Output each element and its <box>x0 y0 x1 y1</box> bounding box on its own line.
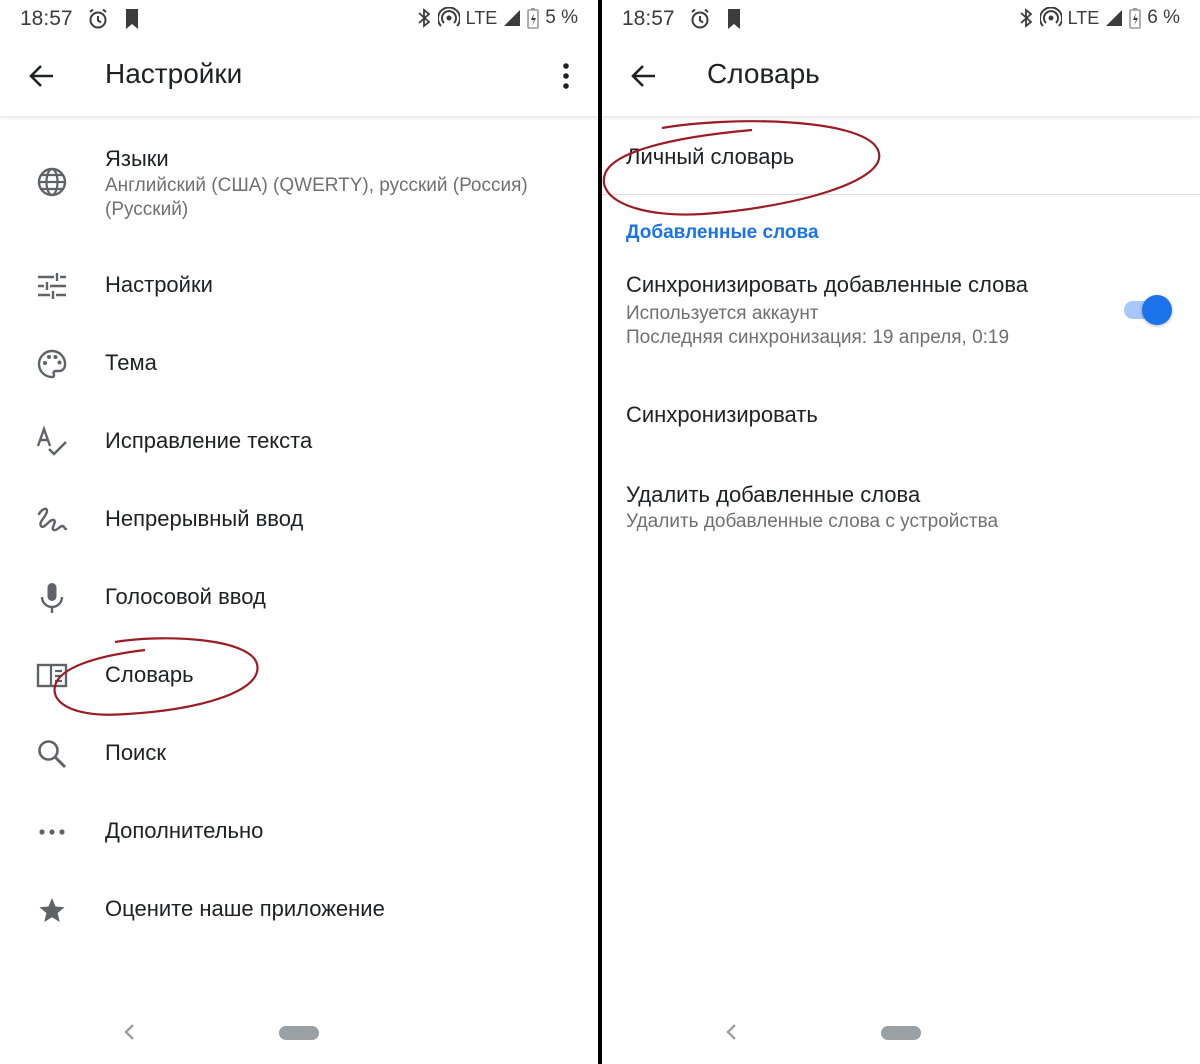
settings-item-title: Непрерывный ввод <box>105 506 304 531</box>
bookmark-icon <box>126 9 138 29</box>
back-button[interactable] <box>626 58 662 94</box>
settings-item-advanced[interactable]: Дополнительно <box>0 810 598 854</box>
arrow-back-icon <box>29 65 53 87</box>
settings-item-title: Тема <box>105 350 157 375</box>
alarm-icon <box>691 8 709 29</box>
battery-percent: 5 % <box>545 7 578 28</box>
hotspot-icon <box>1039 7 1062 27</box>
row-title: Синхронизировать добавленные слова <box>626 272 1029 297</box>
row-title: Синхронизировать <box>626 402 818 427</box>
page-title: Настройки <box>105 58 243 89</box>
battery-percent: 6 % <box>1147 7 1180 28</box>
more-horiz-icon <box>34 814 70 850</box>
status-time: 18:57 <box>20 7 73 30</box>
settings-item-subtitle: Английский (США) (QWERTY), русский (Росс… <box>105 175 528 220</box>
navigation-bar <box>602 1004 1200 1064</box>
sync-toggle-switch[interactable] <box>1124 295 1172 325</box>
overflow-menu-button[interactable] <box>554 58 578 94</box>
settings-item-title: Исправление текста <box>105 428 313 453</box>
bluetooth-icon <box>417 8 430 28</box>
more-vert-icon <box>563 63 569 89</box>
row-subtitle-last-sync: Последняя синхронизация: 19 апреля, 0:19 <box>626 327 1010 348</box>
delete-added-words-item[interactable]: Удалить добавленные слова Удалить добавл… <box>602 470 1200 540</box>
row-title: Личный словарь <box>626 144 795 169</box>
globe-icon <box>34 164 70 200</box>
row-subtitle: Удалить добавленные слова с устройства <box>626 511 999 532</box>
status-system-icons: LTE 5 % <box>416 7 578 29</box>
settings-item-search[interactable]: Поиск <box>0 732 598 776</box>
settings-item-title: Оцените наше приложение <box>105 896 385 921</box>
tune-icon <box>34 268 70 304</box>
section-header-added-words: Добавленные слова <box>626 222 819 243</box>
bluetooth-icon <box>1019 8 1032 28</box>
back-button[interactable] <box>24 58 60 94</box>
settings-item-title: Языки <box>105 146 169 171</box>
status-bar: 18:57 LTE 6 % <box>602 0 1200 36</box>
status-notification-icons <box>86 7 140 31</box>
settings-item-theme[interactable]: Тема <box>0 342 598 386</box>
settings-item-gesture-typing[interactable]: Непрерывный ввод <box>0 498 598 542</box>
settings-item-title: Словарь <box>105 662 194 687</box>
battery-charging-icon <box>1129 8 1142 29</box>
network-type: LTE <box>465 7 498 28</box>
settings-item-languages[interactable]: Языки Английский (США) (QWERTY), русский… <box>0 140 598 235</box>
settings-item-title: Настройки <box>105 272 213 297</box>
status-time: 18:57 <box>622 7 675 30</box>
search-icon <box>34 736 70 772</box>
settings-item-rate-app[interactable]: Оцените наше приложение <box>0 888 598 932</box>
chevron-left-icon <box>124 1024 134 1040</box>
spellcheck-icon <box>34 424 70 460</box>
personal-dictionary-item[interactable]: Личный словарь <box>602 136 1200 192</box>
network-type: LTE <box>1067 7 1100 28</box>
settings-item-title: Голосовой ввод <box>105 584 266 609</box>
star-icon <box>34 892 70 928</box>
palette-icon <box>34 346 70 382</box>
dictionary-icon <box>34 658 70 694</box>
signal-icon <box>504 10 521 26</box>
arrow-back-icon <box>631 65 655 87</box>
sync-added-words-item[interactable]: Синхронизировать добавленные слова Испол… <box>602 266 1200 358</box>
settings-item-dictionary[interactable]: Словарь <box>0 654 598 698</box>
mic-icon <box>34 580 70 616</box>
chevron-left-icon <box>726 1024 736 1040</box>
sync-now-item[interactable]: Синхронизировать <box>602 392 1200 442</box>
gesture-icon <box>34 502 70 538</box>
row-title: Удалить добавленные слова <box>626 482 921 507</box>
settings-item-preferences[interactable]: Настройки <box>0 264 598 308</box>
hotspot-icon <box>437 7 460 27</box>
settings-item-voice-input[interactable]: Голосовой ввод <box>0 576 598 620</box>
status-system-icons: LTE 6 % <box>1018 7 1180 29</box>
toggle-thumb <box>1142 295 1172 325</box>
status-notification-icons <box>688 7 742 31</box>
row-subtitle-account: Используется аккаунт <box>626 303 819 324</box>
bookmark-icon <box>728 9 740 29</box>
page-title: Словарь <box>707 58 820 89</box>
nav-home-button[interactable] <box>881 1026 921 1040</box>
app-bar: Словарь <box>602 36 1200 116</box>
nav-back-button[interactable] <box>720 1020 744 1044</box>
app-bar: Настройки <box>0 36 598 116</box>
nav-back-button[interactable] <box>118 1020 142 1044</box>
settings-item-title: Дополнительно <box>105 818 264 843</box>
settings-item-text-correction[interactable]: Исправление текста <box>0 420 598 464</box>
dictionary-screen: 18:57 LTE 6 % Словарь Личный словарь Доб… <box>602 0 1200 1064</box>
navigation-bar <box>0 1004 598 1064</box>
divider <box>602 194 1200 195</box>
nav-home-button[interactable] <box>279 1026 319 1040</box>
settings-item-title: Поиск <box>105 740 166 765</box>
battery-charging-icon <box>527 8 540 29</box>
alarm-icon <box>89 8 107 29</box>
status-bar: 18:57 LTE 5 % <box>0 0 598 36</box>
settings-screen: 18:57 LTE 5 % Настройки Языки Английский… <box>0 0 598 1064</box>
signal-icon <box>1106 10 1123 26</box>
